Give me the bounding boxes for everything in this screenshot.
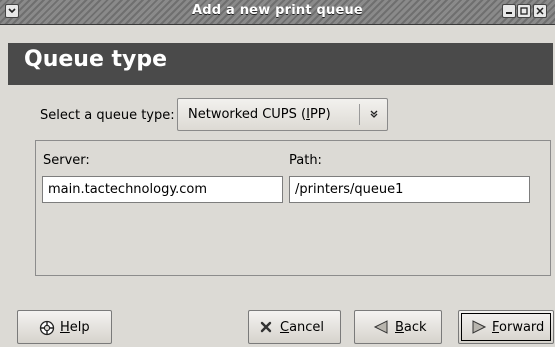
help-button-label: Help (60, 320, 90, 335)
maximize-icon (520, 7, 528, 15)
cancel-button[interactable]: Cancel (248, 310, 341, 344)
help-lifebuoy-icon (39, 320, 55, 336)
minimize-button[interactable] (502, 4, 516, 18)
server-input[interactable] (42, 176, 283, 203)
maximize-button[interactable] (517, 4, 531, 18)
page-header: Queue type (8, 43, 553, 85)
window-titlebar[interactable]: Add a new print queue (0, 0, 555, 25)
path-input[interactable] (289, 176, 530, 203)
forward-button-label: Forward (492, 320, 545, 335)
queue-type-dropdown[interactable]: Networked CUPS (IPP) (177, 98, 388, 131)
minimize-icon (506, 12, 512, 14)
window-title: Add a new print queue (192, 3, 363, 18)
close-button[interactable] (533, 4, 547, 18)
cancel-x-icon (260, 321, 272, 333)
arrow-left-icon (373, 320, 388, 334)
server-label: Server: (43, 153, 90, 168)
cancel-button-label: Cancel (280, 320, 325, 335)
back-button[interactable]: Back (354, 310, 442, 344)
queue-type-value: Networked CUPS (IPP) (188, 107, 331, 122)
page-title: Queue type (24, 47, 168, 72)
help-button[interactable]: Help (17, 310, 112, 344)
path-label: Path: (289, 153, 322, 168)
close-icon (536, 7, 544, 15)
forward-button[interactable]: Forward (458, 310, 554, 344)
back-button-label: Back (395, 320, 427, 335)
arrow-right-icon (472, 320, 487, 334)
queue-type-label: Select a queue type: (40, 108, 175, 123)
chevron-down-icon (370, 110, 378, 118)
combo-separator (359, 104, 360, 125)
